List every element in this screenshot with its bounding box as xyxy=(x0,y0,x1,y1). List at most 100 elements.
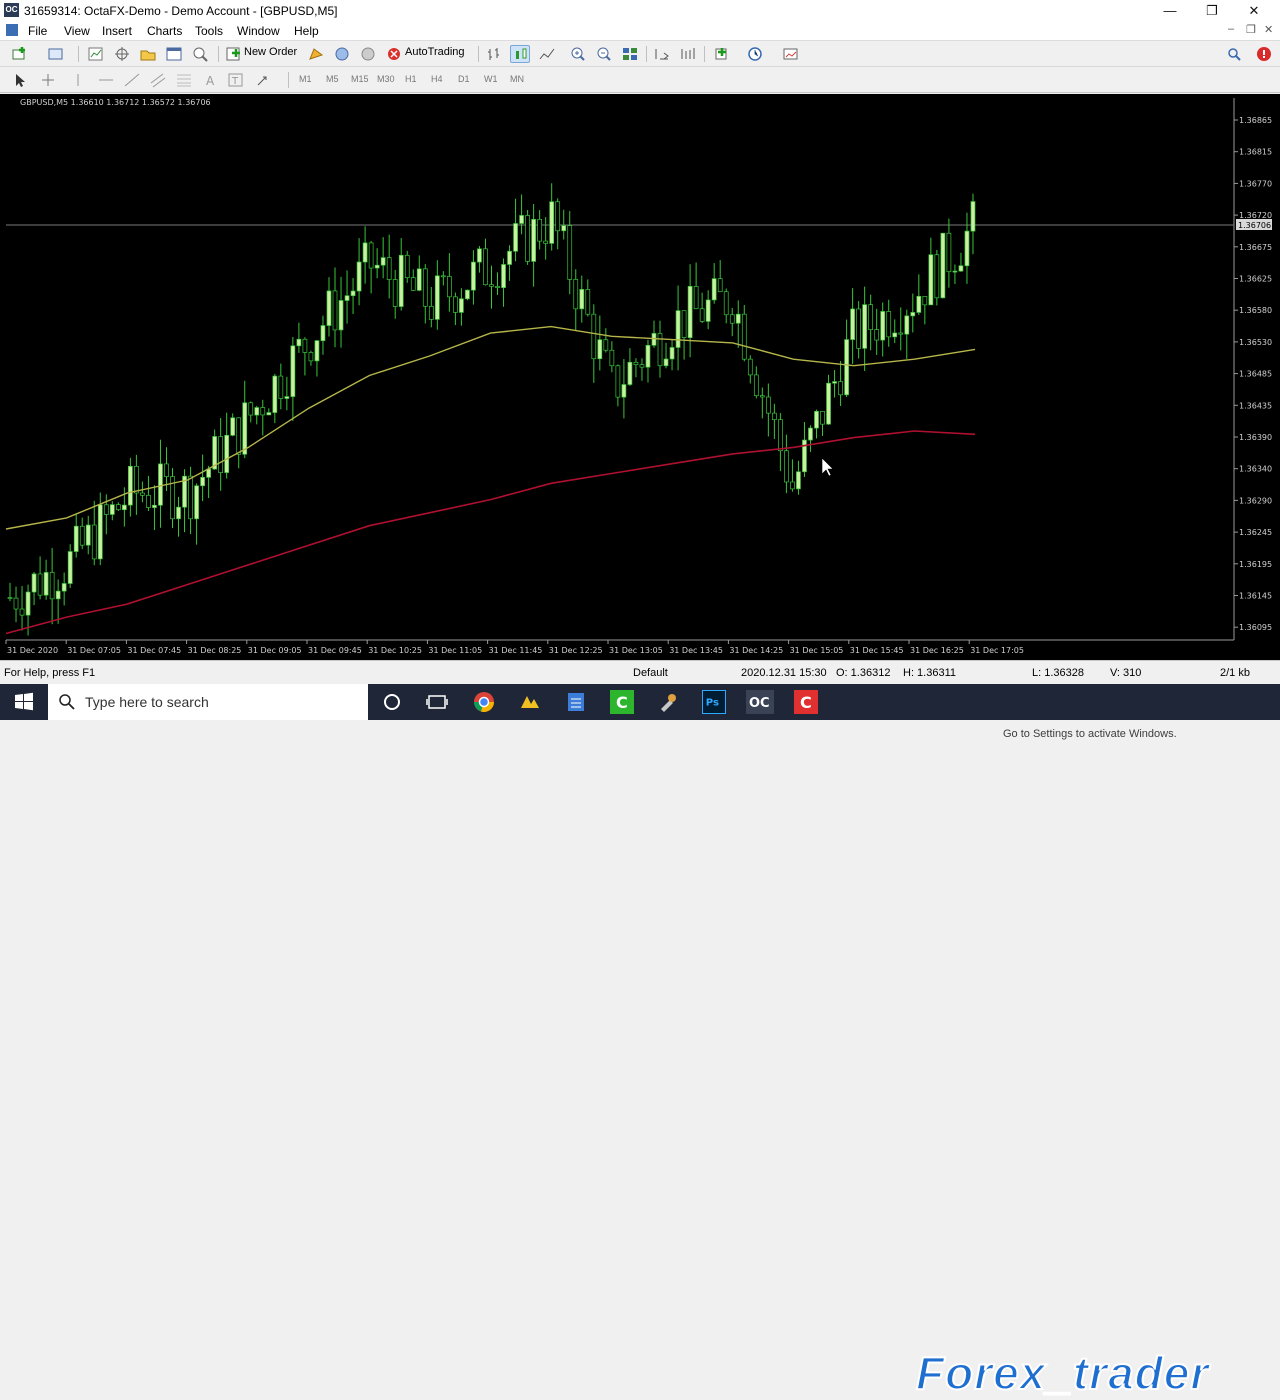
bear-candle xyxy=(422,268,428,307)
arrows-icon[interactable] xyxy=(254,71,274,89)
menu-window[interactable]: Window xyxy=(237,24,280,38)
standard-toolbar: New Order AutoTrading xyxy=(0,41,1280,67)
bull-candle xyxy=(266,412,272,416)
autoscroll-icon[interactable] xyxy=(678,45,698,63)
time-label: 31 Dec 10:25 xyxy=(368,646,422,655)
timeframe-mn[interactable]: MN xyxy=(510,74,524,84)
data-window-icon[interactable] xyxy=(112,45,132,63)
calculator-icon[interactable] xyxy=(564,690,588,714)
timeframe-m30[interactable]: M30 xyxy=(377,74,395,84)
camtasia-green-icon[interactable]: C xyxy=(610,690,634,714)
vertical-line-icon[interactable] xyxy=(68,71,88,89)
camtasia-red-icon[interactable]: C xyxy=(794,690,818,714)
tile-windows-icon[interactable] xyxy=(620,45,640,63)
timeframe-w1[interactable]: W1 xyxy=(484,74,498,84)
horizontal-line-icon[interactable] xyxy=(96,71,116,89)
auto-trading-icon[interactable] xyxy=(384,45,404,63)
market-icon[interactable] xyxy=(358,45,378,63)
chrome-icon[interactable] xyxy=(472,690,496,714)
auto-trading-button[interactable]: AutoTrading xyxy=(405,46,465,58)
minimize-button[interactable]: — xyxy=(1148,0,1192,21)
new-chart-icon[interactable] xyxy=(10,45,30,63)
drawing-toolbar: A T M1 M5 M15 M30 H1 H4 D1 W1 MN xyxy=(0,67,1280,93)
document-icon[interactable] xyxy=(6,24,18,36)
timeframe-m5[interactable]: M5 xyxy=(326,74,339,84)
menu-insert[interactable]: Insert xyxy=(102,24,132,38)
navigator-icon[interactable] xyxy=(138,45,158,63)
bull-candle xyxy=(964,230,970,267)
octafx-icon[interactable]: OC xyxy=(746,690,774,714)
menu-file[interactable]: File xyxy=(28,24,47,38)
line-chart-icon[interactable] xyxy=(537,45,557,63)
bull-candle xyxy=(230,417,236,436)
child-minimize-button[interactable]: – xyxy=(1228,23,1234,35)
text-label-icon[interactable]: T xyxy=(226,71,246,89)
crosshair-icon[interactable] xyxy=(38,71,58,89)
text-icon[interactable]: A xyxy=(200,71,220,89)
metatrader-icon[interactable] xyxy=(518,690,542,714)
menu-help[interactable]: Help xyxy=(294,24,319,38)
menu-view[interactable]: View xyxy=(64,24,90,38)
signals-icon[interactable] xyxy=(332,45,352,63)
new-order-icon[interactable] xyxy=(224,45,244,63)
child-close-button[interactable]: ✕ xyxy=(1264,23,1273,36)
cursor-icon[interactable] xyxy=(10,71,30,89)
mouse-cursor-icon xyxy=(821,457,834,477)
timeframe-m15[interactable]: M15 xyxy=(351,74,369,84)
close-button[interactable]: ✕ xyxy=(1232,0,1276,21)
time-label: 31 Dec 16:25 xyxy=(910,646,964,655)
bull-candle xyxy=(206,468,211,478)
child-restore-button[interactable]: ❐ xyxy=(1246,23,1256,36)
timeframe-m1[interactable]: M1 xyxy=(299,74,312,84)
taskbar-search[interactable]: Type here to search xyxy=(48,684,368,720)
bull-candle xyxy=(910,312,916,317)
templates-icon[interactable] xyxy=(781,45,801,63)
bear-candle xyxy=(236,417,242,455)
bull-candle xyxy=(61,583,67,592)
metaeditor-icon[interactable] xyxy=(306,45,326,63)
price-label: 1.36675 xyxy=(1239,243,1272,252)
bear-candle xyxy=(784,450,789,483)
bull-candle xyxy=(880,311,886,341)
bull-candle xyxy=(152,504,157,508)
svg-text:OC: OC xyxy=(749,696,770,711)
periods-icon[interactable] xyxy=(745,45,765,63)
fibonacci-icon[interactable] xyxy=(174,71,194,89)
bear-candle xyxy=(717,278,723,293)
chart-canvas[interactable]: 1.36865 1.36815 1.36770 1.36720 1.36675 1.366… xyxy=(0,94,1280,660)
menu-tools[interactable]: Tools xyxy=(195,24,223,38)
bear-candle xyxy=(103,504,109,515)
market-watch-icon[interactable] xyxy=(86,45,106,63)
channel-icon[interactable] xyxy=(148,71,168,89)
notification-icon[interactable] xyxy=(1254,45,1274,63)
zoom-in-icon[interactable] xyxy=(568,45,588,63)
bar-chart-icon[interactable] xyxy=(484,45,504,63)
trendline-icon[interactable] xyxy=(122,71,142,89)
cortana-icon[interactable] xyxy=(380,690,404,714)
windows-start-icon[interactable] xyxy=(12,690,36,714)
price-chart[interactable]: 1.36865 1.36815 1.36770 1.36720 1.36675 1.366… xyxy=(0,94,1280,740)
task-view-icon[interactable] xyxy=(425,690,449,714)
search-icon[interactable] xyxy=(1224,45,1244,63)
bull-candle xyxy=(296,338,302,347)
chart-shift-icon[interactable] xyxy=(652,45,672,63)
terminal-icon[interactable] xyxy=(164,45,184,63)
timeframe-h1[interactable]: H1 xyxy=(405,74,417,84)
new-order-button[interactable]: New Order xyxy=(244,46,297,58)
bear-candle xyxy=(874,329,880,341)
profiles-icon[interactable] xyxy=(46,45,66,63)
zoom-out-icon[interactable] xyxy=(594,45,614,63)
photoshop-icon[interactable]: Ps xyxy=(702,690,726,714)
strategy-tester-icon[interactable] xyxy=(190,45,210,63)
restore-button[interactable]: ❐ xyxy=(1190,0,1234,21)
indicators-icon[interactable] xyxy=(712,45,732,63)
tools-icon[interactable] xyxy=(656,690,680,714)
menu-charts[interactable]: Charts xyxy=(147,24,182,38)
bear-candle xyxy=(639,364,645,368)
bull-candle xyxy=(519,215,524,224)
bear-candle xyxy=(453,296,458,313)
timeframe-d1[interactable]: D1 xyxy=(458,74,470,84)
candlesticks-icon[interactable] xyxy=(510,45,530,63)
svg-text:T: T xyxy=(231,76,239,87)
timeframe-h4[interactable]: H4 xyxy=(431,74,443,84)
